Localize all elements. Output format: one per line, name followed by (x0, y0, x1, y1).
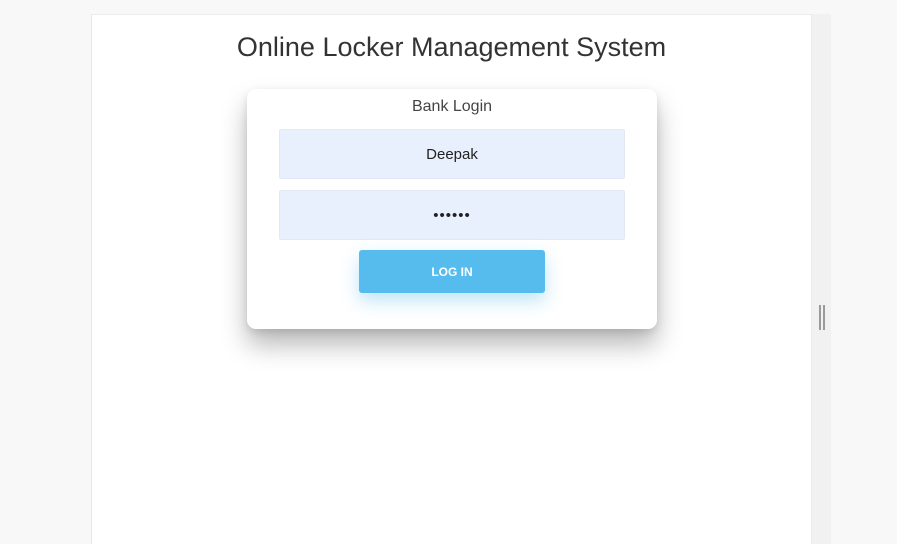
username-field[interactable] (279, 129, 625, 179)
login-card: Bank Login LOG IN (247, 89, 657, 329)
login-heading: Bank Login (411, 98, 493, 115)
resize-handle[interactable] (819, 305, 825, 330)
page-title: Online Locker Management System (236, 32, 667, 62)
scrollbar-gutter (812, 14, 831, 544)
login-button[interactable]: LOG IN (359, 250, 545, 293)
password-field[interactable] (279, 190, 625, 240)
